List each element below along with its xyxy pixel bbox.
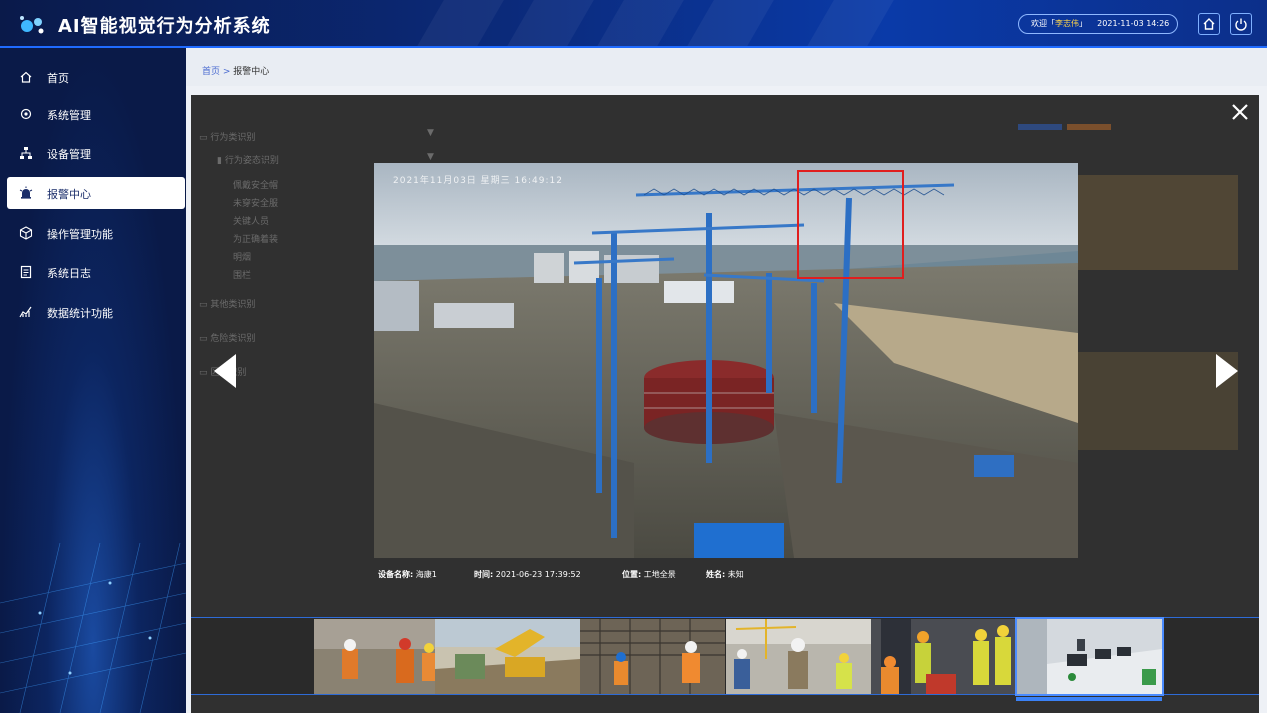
photo-timestamp: 2021年11月03日 星期三 16:49:12 (393, 176, 563, 186)
name-label: 姓名: (706, 570, 726, 579)
welcome-prefix: 欢迎「 (1031, 19, 1055, 28)
sidebar-item-label: 首页 (47, 72, 69, 85)
dimmed-alert-card-image (1078, 175, 1238, 270)
tree-node[interactable]: ▭ 危险类识别 (199, 331, 255, 344)
time-info: 时间: 2021-06-23 17:39:52 (474, 569, 581, 580)
welcome-badge: 欢迎「李志伟」 2021-11-03 14:26 (1018, 14, 1178, 34)
sidebar-item-home[interactable]: 首页 (7, 61, 185, 93)
sidebar-item-label: 设备管理 (47, 148, 91, 161)
chevron-down-icon: ▼ (427, 128, 434, 138)
dimmed-button (1067, 124, 1111, 130)
home-icon (1203, 18, 1215, 30)
detection-box (797, 170, 904, 279)
breadcrumb-separator: > (220, 67, 234, 77)
thumbnail[interactable] (871, 619, 1016, 694)
breadcrumb: 首页 > 报警中心 (202, 64, 269, 77)
app-title: AI智能视觉行为分析系统 (58, 16, 271, 37)
sidebar-item-operations[interactable]: 操作管理功能 (7, 217, 185, 249)
power-icon (1235, 18, 1247, 31)
sidebar-item-alarm[interactable]: 报警中心 (7, 177, 185, 209)
previous-arrow-icon[interactable] (212, 353, 238, 389)
tree-node-label: 危险类识别 (210, 334, 256, 344)
tree-node-label: 行为姿态识别 (224, 156, 279, 166)
tree-leaf[interactable]: 围栏 (233, 268, 251, 281)
logo-icon (20, 16, 44, 34)
location-info: 位置: 工地全景 (622, 569, 676, 580)
home-icon (20, 71, 32, 83)
location-value: 工地全景 (643, 570, 676, 579)
thumbnail-selected[interactable] (1015, 617, 1164, 696)
welcome-suffix: 」 (1079, 19, 1087, 28)
tree-node[interactable]: ▭ 行为类识别 (199, 130, 255, 143)
username: 李志伟 (1055, 19, 1079, 28)
chevron-down-icon: ▼ (427, 152, 434, 162)
tree-leaf[interactable]: 明烟 (233, 250, 251, 263)
tree-node-label: 其他类识别 (210, 300, 256, 310)
thumbnail[interactable] (580, 619, 725, 694)
sidebar-item-devices[interactable]: 设备管理 (7, 137, 185, 169)
device-info: 设备名称: 海康1 (378, 569, 437, 580)
tree-leaf[interactable]: 佩戴安全帽 (233, 178, 278, 191)
name-value: 未知 (727, 570, 744, 579)
sidebar-item-statistics[interactable]: 数据统计功能 (7, 296, 185, 328)
sidebar-item-label: 系统日志 (47, 267, 91, 280)
thumbnail[interactable] (726, 619, 871, 694)
tree-leaf[interactable]: 未穿安全服 (233, 196, 278, 209)
breadcrumb-home[interactable]: 首页 (202, 67, 220, 77)
cube-icon (19, 226, 33, 240)
close-icon[interactable] (1231, 103, 1249, 121)
alert-snapshot-image (374, 163, 1078, 558)
network-icon (20, 147, 32, 159)
chart-icon (19, 306, 32, 318)
time-value: 2021-06-23 17:39:52 (495, 570, 581, 579)
next-arrow-icon[interactable] (1214, 353, 1240, 389)
datetime: 2021-11-03 14:26 (1097, 19, 1170, 28)
thumbnail-selection-indicator (1016, 697, 1162, 701)
sidebar-item-system[interactable]: 系统管理 (7, 98, 185, 130)
location-label: 位置: (622, 570, 642, 579)
gear-icon (20, 108, 32, 120)
log-icon (20, 265, 32, 279)
thumbnail[interactable] (435, 619, 580, 694)
tree-node[interactable]: ▮ 行为姿态识别 (217, 153, 279, 166)
sidebar-item-label: 操作管理功能 (47, 228, 113, 241)
tree-leaf[interactable]: 关键人员 (233, 214, 269, 227)
decorative-grid (0, 543, 186, 713)
sidebar-item-label: 系统管理 (47, 109, 91, 122)
tree-leaf[interactable]: 为正确着装 (233, 232, 278, 245)
device-value: 海康1 (415, 570, 437, 579)
sidebar-item-label: 数据统计功能 (47, 307, 113, 320)
tree-node[interactable]: ▭ 其他类识别 (199, 297, 255, 310)
breadcrumb-current: 报警中心 (233, 67, 270, 77)
sidebar-item-logs[interactable]: 系统日志 (7, 256, 185, 288)
alarm-icon (19, 186, 33, 199)
name-info: 姓名: 未知 (706, 569, 744, 580)
tree-node-label: 行为类识别 (210, 133, 256, 143)
dimmed-button (1018, 124, 1062, 130)
device-label: 设备名称: (378, 570, 414, 579)
home-button[interactable] (1198, 13, 1220, 35)
sidebar-item-label: 报警中心 (47, 188, 91, 201)
time-label: 时间: (474, 570, 494, 579)
logout-button[interactable] (1230, 13, 1252, 35)
